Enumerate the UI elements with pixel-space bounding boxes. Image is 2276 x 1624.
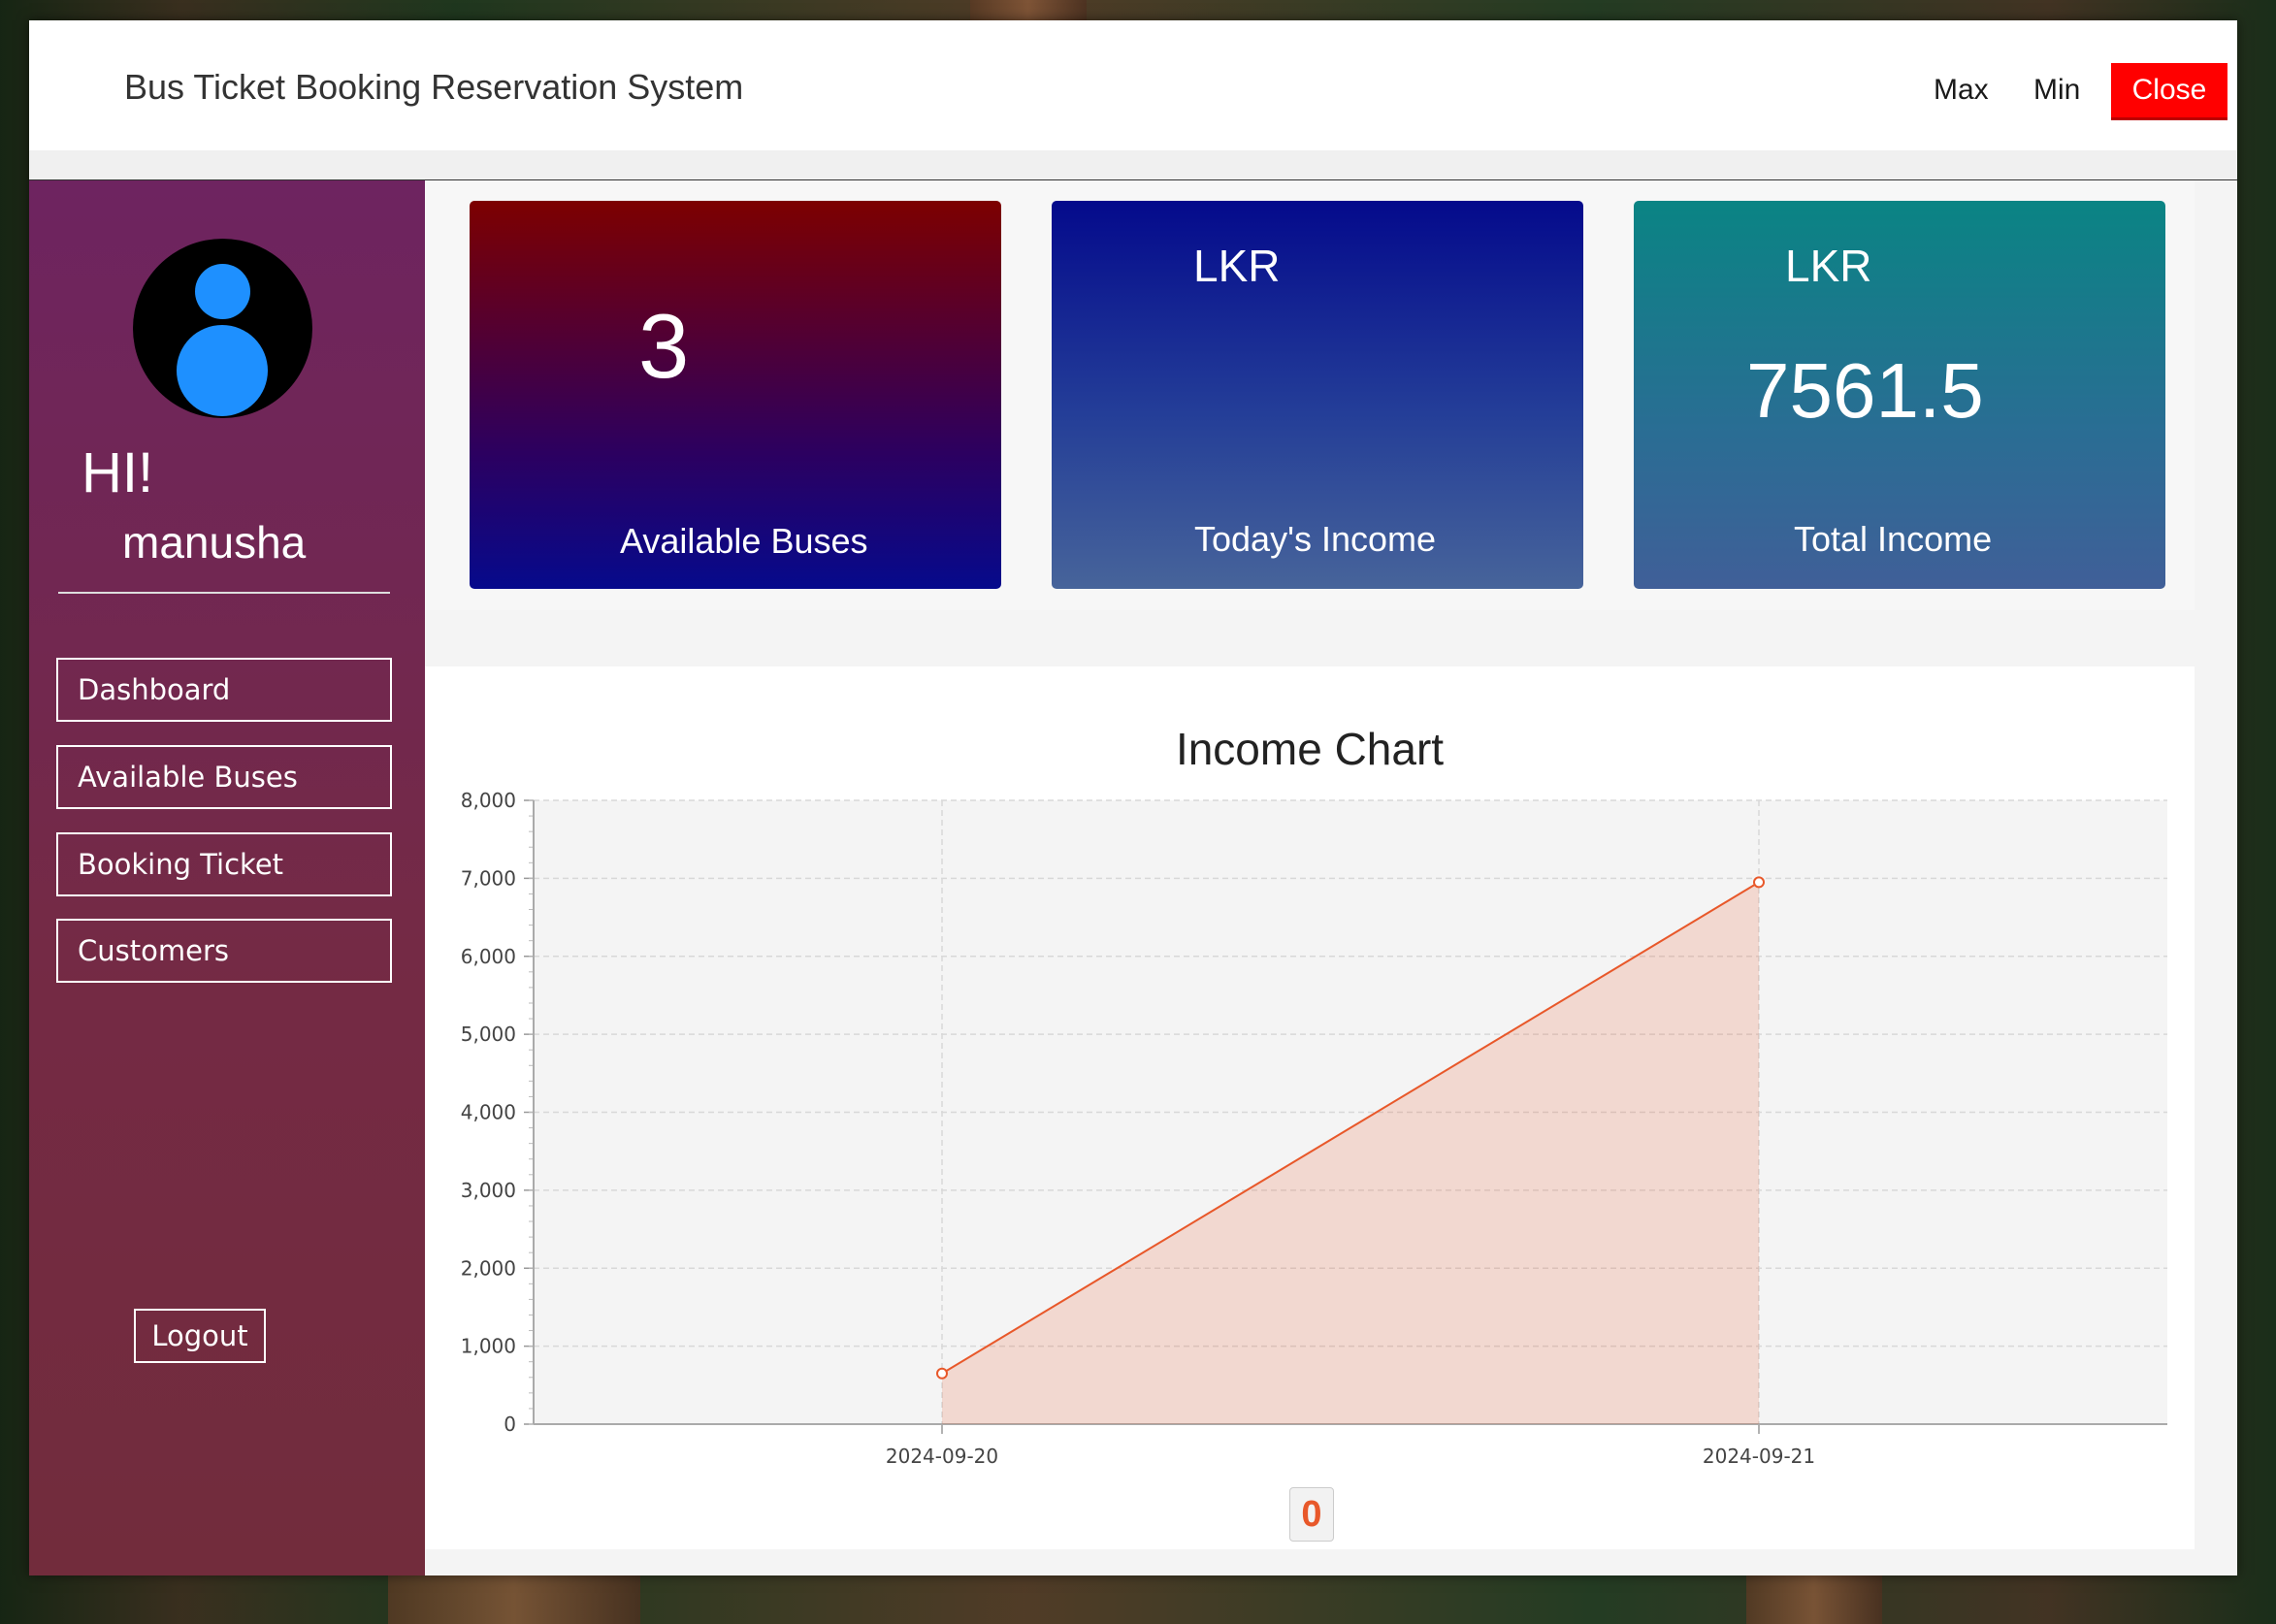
- sidebar: HI! manusha Dashboard Available Buses Bo…: [29, 180, 425, 1575]
- background-trunk: [970, 0, 1087, 20]
- greeting-text: HI!: [81, 441, 154, 504]
- title-bar-divider: [29, 150, 2237, 181]
- close-button[interactable]: Close: [2111, 63, 2227, 120]
- y-tick-label: 0: [504, 1413, 516, 1436]
- todays-income-card: LKR Today's Income: [1052, 201, 1583, 589]
- sidebar-divider: [58, 592, 390, 594]
- x-tick-label: 2024-09-20: [886, 1445, 998, 1468]
- todays-income-label: Today's Income: [1194, 519, 1436, 559]
- available-buses-card: 3 Available Buses: [470, 201, 1001, 589]
- chart-legend-item[interactable]: 0: [1289, 1487, 1334, 1542]
- data-point: [936, 1367, 948, 1380]
- maximize-button[interactable]: Max: [1914, 63, 2008, 117]
- title-bar: Bus Ticket Booking Reservation System Ma…: [29, 20, 2237, 181]
- total-income-value: 7561.5: [1746, 347, 1984, 434]
- available-buses-label: Available Buses: [620, 521, 868, 561]
- y-tick-label: 4,000: [461, 1101, 516, 1124]
- avatar-body: [177, 325, 268, 416]
- y-tick-label: 5,000: [461, 1023, 516, 1046]
- username-label: manusha: [122, 517, 307, 568]
- sidebar-item-booking-ticket[interactable]: Booking Ticket: [56, 832, 392, 896]
- sidebar-item-customers[interactable]: Customers: [56, 919, 392, 983]
- y-tick-label: 8,000: [461, 789, 516, 812]
- total-income-label: Total Income: [1794, 519, 1993, 559]
- user-avatar-icon: [133, 239, 312, 418]
- sidebar-item-dashboard[interactable]: Dashboard: [56, 658, 392, 722]
- y-tick-label: 3,000: [461, 1179, 516, 1202]
- background-trunk: [1746, 1575, 1882, 1624]
- todays-income-currency: LKR: [1193, 241, 1281, 291]
- income-chart: 0 1,000 2,000 3,000 4,000 5,000 6,000 7,000 8,00…: [461, 789, 2167, 1468]
- sidebar-item-available-buses[interactable]: Available Buses: [56, 745, 392, 809]
- y-tick-label: 1,000: [461, 1335, 516, 1358]
- stats-panel: 3 Available Buses LKR Today's Income LKR…: [425, 180, 2195, 610]
- y-tick-label: 6,000: [461, 945, 516, 968]
- background-trunk: [388, 1575, 640, 1624]
- avatar-head: [195, 264, 250, 319]
- minimize-button[interactable]: Min: [2014, 63, 2099, 117]
- app-title: Bus Ticket Booking Reservation System: [124, 67, 744, 107]
- income-chart-panel: Income Chart 0 1,000 2,000 3,000 4,000 5,000 6…: [425, 666, 2195, 1549]
- total-income-currency: LKR: [1785, 241, 1872, 291]
- main-content: 3 Available Buses LKR Today's Income LKR…: [425, 180, 2237, 1575]
- available-buses-count: 3: [638, 295, 690, 397]
- data-point: [1753, 876, 1765, 889]
- y-tick-label: 7,000: [461, 866, 516, 890]
- total-income-card: LKR 7561.5 Total Income: [1634, 201, 2165, 589]
- app-window: Bus Ticket Booking Reservation System Ma…: [29, 20, 2237, 1575]
- x-tick-label: 2024-09-21: [1703, 1445, 1815, 1468]
- y-tick-label: 2,000: [461, 1256, 516, 1280]
- logout-button[interactable]: Logout: [134, 1309, 266, 1363]
